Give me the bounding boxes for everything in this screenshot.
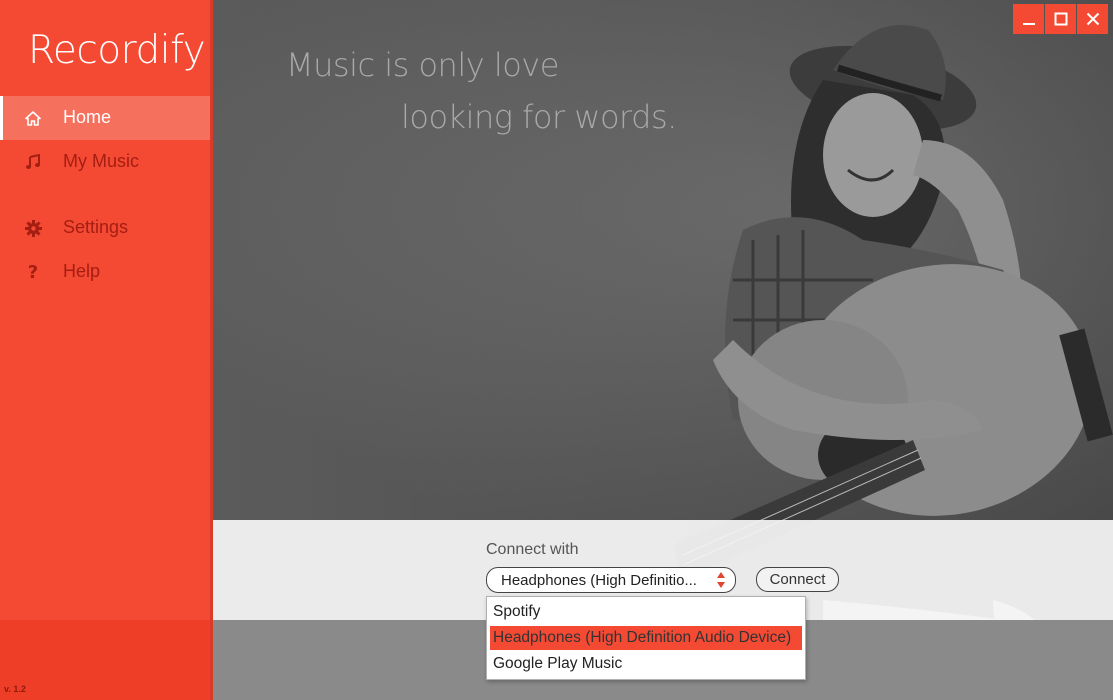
sidebar-item-label: Settings <box>63 217 129 237</box>
connect-button[interactable]: Connect <box>756 567 839 592</box>
maximize-button[interactable] <box>1045 4 1076 34</box>
window-controls <box>1012 4 1108 34</box>
sidebar: Recordify Home My Music Settings ? Help … <box>0 0 213 700</box>
sidebar-item-label: Home <box>63 107 112 127</box>
dropdown-option-headphones[interactable]: Headphones (High Definition Audio Device… <box>490 626 802 650</box>
sidebar-item-help[interactable]: ? Help <box>0 250 210 294</box>
close-button[interactable] <box>1077 4 1108 34</box>
source-select-value: Headphones (High Definitio... <box>501 572 697 589</box>
version-label: v. 1.2 <box>4 684 26 694</box>
dropdown-option-spotify[interactable]: Spotify <box>490 600 802 624</box>
gear-icon <box>24 218 42 238</box>
minimize-button[interactable] <box>1013 4 1044 34</box>
dropdown-option-google-play-music[interactable]: Google Play Music <box>490 652 802 676</box>
select-arrows-icon <box>717 572 725 588</box>
minimize-icon <box>1022 23 1035 25</box>
sidebar-item-label: Help <box>63 261 101 281</box>
question-icon: ? <box>27 261 39 283</box>
app-logo: Recordify <box>28 28 206 73</box>
sidebar-item-home[interactable]: Home <box>0 96 210 140</box>
music-note-icon <box>24 152 42 172</box>
home-icon <box>24 108 42 128</box>
sidebar-item-my-music[interactable]: My Music <box>0 140 210 184</box>
sidebar-item-settings[interactable]: Settings <box>0 206 210 250</box>
close-icon <box>1086 12 1099 26</box>
maximize-icon <box>1054 12 1067 26</box>
sidebar-item-label: My Music <box>63 151 139 171</box>
quote-line-2: looking for words. <box>401 98 677 136</box>
quote-line-1: Music is only love <box>286 46 559 84</box>
source-dropdown-list: Spotify Headphones (High Definition Audi… <box>486 596 806 680</box>
sidebar-footer <box>0 620 210 700</box>
source-select[interactable]: Headphones (High Definitio... <box>486 567 736 593</box>
connect-with-label: Connect with <box>486 541 579 558</box>
